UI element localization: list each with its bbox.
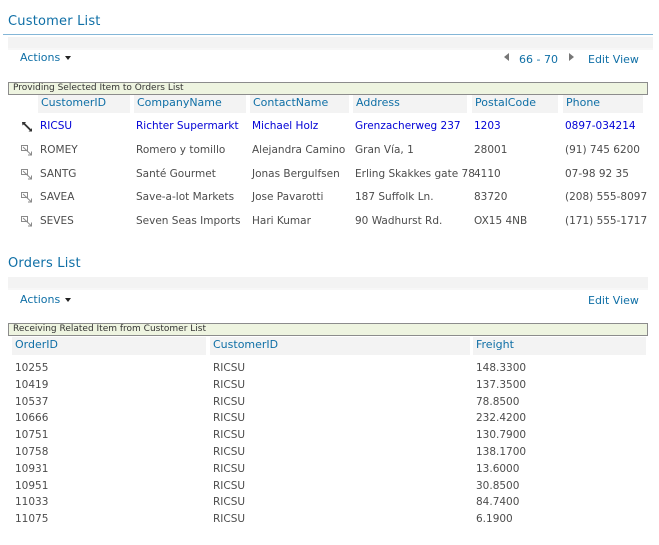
cell-address: Gran Vía, 1 xyxy=(355,143,414,156)
toolbar-band-under xyxy=(8,48,653,50)
toolbar-band xyxy=(8,277,648,288)
orders-list-title[interactable]: Orders List xyxy=(8,256,81,271)
cell-orderid: 10931 xyxy=(15,462,49,475)
cell-freight: 232.4200 xyxy=(476,412,527,425)
column-header-postalcode[interactable]: PostalCode xyxy=(472,95,558,113)
cell-contactname: Alejandra Camino xyxy=(252,143,346,156)
cell-orderid: 10255 xyxy=(15,362,49,374)
selected-item-icon[interactable] xyxy=(21,121,33,132)
column-header-phone[interactable]: Phone xyxy=(563,95,643,113)
cell-customerid[interactable]: SANTG xyxy=(40,167,76,181)
cell-address: 187 Suffolk Ln. xyxy=(355,191,434,204)
cell-freight: 13.6000 xyxy=(476,462,520,475)
cell-customerid: RICSU xyxy=(213,412,246,425)
cell-contactname: Jose Pavarotti xyxy=(252,191,324,204)
select-item-icon[interactable] xyxy=(21,168,33,180)
select-item-icon[interactable] xyxy=(21,192,33,203)
title-divider xyxy=(3,34,653,35)
cell-postalcode: 28001 xyxy=(474,143,508,156)
cell-customerid[interactable]: RICSU xyxy=(40,119,72,133)
cell-customerid: RICSU xyxy=(213,429,246,442)
cell-customerid: RICSU xyxy=(213,496,246,509)
actions-label: Actions xyxy=(20,51,61,64)
cell-contactname: Michael Holz xyxy=(252,120,319,132)
prev-page-icon[interactable] xyxy=(504,53,509,61)
cell-contactname: Hari Kumar xyxy=(252,215,311,228)
cell-customerid: RICSU xyxy=(213,378,246,391)
cell-freight: 30.8500 xyxy=(476,479,520,492)
column-header-companyname[interactable]: CompanyName xyxy=(134,95,246,113)
cell-customerid: RICSU xyxy=(213,446,246,458)
cell-freight: 6.1900 xyxy=(476,513,513,526)
cell-orderid: 10758 xyxy=(15,446,49,458)
column-header-orderid[interactable]: OrderID xyxy=(12,337,206,355)
cell-customerid: RICSU xyxy=(213,513,246,526)
cell-companyname: Richter Supermarkt xyxy=(136,120,239,132)
cell-orderid: 10751 xyxy=(15,429,49,442)
cell-postalcode: 83720 xyxy=(474,191,508,204)
actions-label: Actions xyxy=(20,293,61,306)
cell-freight: 130.7900 xyxy=(476,429,527,442)
connection-status-bar: Receiving Related Item from Customer Lis… xyxy=(8,323,648,336)
chevron-down-icon xyxy=(65,56,72,60)
cell-orderid: 10419 xyxy=(15,378,49,391)
select-item-icon[interactable] xyxy=(21,144,33,156)
customer-list-title[interactable]: Customer List xyxy=(8,14,101,29)
pager-range: 66 - 70 xyxy=(519,53,558,66)
next-page-icon[interactable] xyxy=(569,53,574,61)
cell-customerid[interactable]: SAVEA xyxy=(40,190,74,204)
cell-postalcode: 4110 xyxy=(474,167,501,180)
cell-freight: 138.1700 xyxy=(476,446,527,458)
cell-companyname: Santé Gourmet xyxy=(136,167,216,180)
cell-postalcode: 1203 xyxy=(474,120,501,132)
cell-address: 90 Wadhurst Rd. xyxy=(355,215,443,228)
cell-phone: 07-98 92 35 xyxy=(565,167,629,180)
cell-customerid: RICSU xyxy=(213,362,246,374)
cell-freight: 84.7400 xyxy=(476,496,520,509)
column-header-contactname[interactable]: ContactName xyxy=(250,95,349,113)
cell-freight: 148.3300 xyxy=(476,362,527,374)
orders-edit-view-link[interactable]: Edit View xyxy=(588,294,639,307)
cell-customerid: RICSU xyxy=(213,479,246,492)
cell-customerid: RICSU xyxy=(213,395,246,408)
cell-customerid[interactable]: SEVES xyxy=(40,214,74,228)
customer-edit-view-link[interactable]: Edit View xyxy=(588,53,639,66)
cell-companyname: Romero y tomillo xyxy=(136,143,226,156)
cell-contactname: Jonas Bergulfsen xyxy=(252,167,340,180)
cell-orderid: 10951 xyxy=(15,479,49,492)
column-header-address[interactable]: Address xyxy=(353,95,467,113)
cell-address: Erling Skakkes gate 78 xyxy=(355,167,475,180)
column-header-customerid[interactable]: CustomerID xyxy=(210,337,470,355)
cell-orderid: 11033 xyxy=(15,496,49,509)
cell-companyname: Save-a-lot Markets xyxy=(136,191,235,204)
cell-freight: 137.3500 xyxy=(476,378,527,391)
cell-phone: 0897-034214 xyxy=(565,120,636,132)
cell-customerid: RICSU xyxy=(213,462,246,475)
cell-orderid: 10666 xyxy=(15,412,49,425)
chevron-down-icon xyxy=(65,298,72,302)
cell-phone: (91) 745 6200 xyxy=(565,143,640,156)
cell-address: Grenzacherweg 237 xyxy=(355,120,461,132)
connection-status-bar: Providing Selected Item to Orders List xyxy=(8,82,648,95)
cell-phone: (171) 555-1717 xyxy=(565,215,648,228)
customer-actions-menu[interactable]: Actions xyxy=(20,51,72,64)
cell-orderid: 10537 xyxy=(15,395,49,408)
orders-actions-menu[interactable]: Actions xyxy=(20,293,72,306)
cell-freight: 78.8500 xyxy=(476,395,520,408)
column-header-customerid[interactable]: CustomerID xyxy=(38,95,130,113)
cell-phone: (208) 555-8097 xyxy=(565,191,648,204)
toolbar-band xyxy=(8,37,653,48)
cell-postalcode: OX15 4NB xyxy=(474,215,528,228)
cell-companyname: Seven Seas Imports xyxy=(136,215,241,228)
cell-customerid[interactable]: ROMEY xyxy=(40,143,78,157)
cell-orderid: 11075 xyxy=(15,513,49,526)
select-item-icon[interactable] xyxy=(21,216,33,227)
column-header-freight[interactable]: Freight xyxy=(473,337,646,355)
toolbar-band-under xyxy=(8,288,648,290)
